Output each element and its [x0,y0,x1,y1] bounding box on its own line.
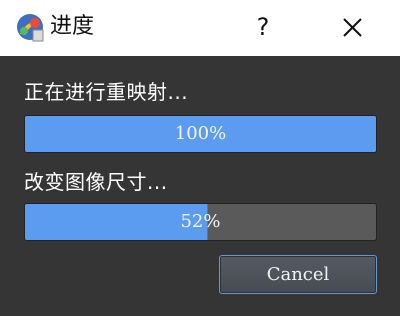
app-logo-icon [17,14,44,42]
cancel-button[interactable]: Cancel [219,255,377,294]
title-bar: 进度 ? [0,0,400,56]
task-label-resize: 改变图像尺寸... [24,170,168,194]
progress-dialog: 进度 ? 正在进行重映射... 100% 改变图像尺寸... 52% Cance… [0,0,400,316]
progress-bar-resize: 52% [24,203,377,241]
window-title: 进度 [50,14,95,39]
help-button[interactable]: ? [250,10,276,44]
progress-percent-text: 52% [180,211,221,232]
close-button[interactable] [336,12,368,44]
task-label-remap: 正在进行重映射... [24,80,189,104]
progress-bar-remap: 100% [24,115,377,153]
progress-percent-text: 100% [174,123,227,144]
close-icon [343,18,362,37]
